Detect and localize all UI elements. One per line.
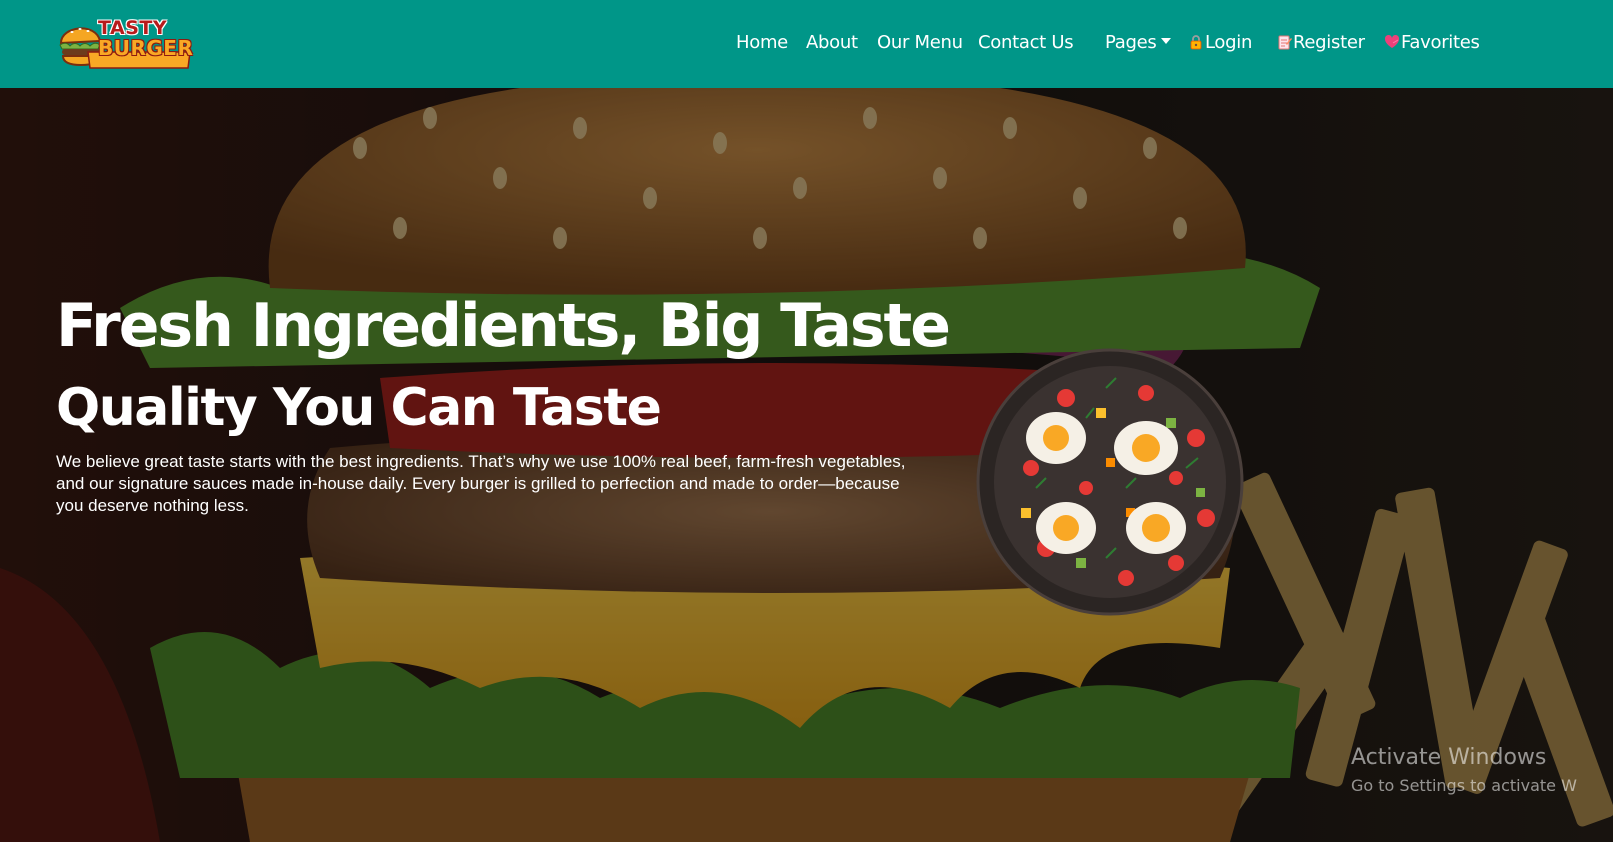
- windows-activation-subtitle: Go to Settings to activate W: [1351, 776, 1577, 795]
- hero-description: We believe great taste starts with the b…: [56, 452, 906, 515]
- nav-register[interactable]: Register: [1276, 31, 1365, 55]
- nav-contact-us[interactable]: Contact Us: [978, 31, 1074, 55]
- hero-section: Fresh Ingredients, Big Taste Quality You…: [0, 88, 1613, 842]
- nav-login[interactable]: Login: [1188, 31, 1252, 55]
- lock-icon: [1188, 34, 1204, 50]
- windows-activation-title: Activate Windows: [1351, 745, 1547, 770]
- nav-login-label: Login: [1205, 32, 1253, 53]
- logo-text-burger: Burger: [98, 36, 194, 60]
- nav-favorites-label: Favorites: [1401, 32, 1480, 53]
- nav-home[interactable]: Home: [736, 31, 788, 55]
- nav-favorites[interactable]: Favorites: [1384, 31, 1480, 55]
- nav-our-menu[interactable]: Our Menu: [877, 31, 963, 55]
- hero-subtitle: Quality You Can Taste: [56, 378, 662, 438]
- hero-title: Fresh Ingredients, Big Taste: [56, 291, 951, 361]
- notepad-icon: [1276, 34, 1292, 50]
- heart-icon: [1384, 34, 1400, 50]
- nav-register-label: Register: [1293, 32, 1365, 53]
- brand-logo[interactable]: Tasty Burger: [58, 16, 194, 72]
- top-navbar: Tasty Burger Home About Our Menu Contact…: [0, 0, 1613, 88]
- nav-about[interactable]: About: [806, 31, 858, 55]
- egg-skillet-image: [976, 348, 1244, 616]
- nav-pages-label: Pages: [1105, 32, 1157, 53]
- caret-down-icon: [1161, 38, 1172, 44]
- nav-pages-dropdown[interactable]: Pages: [1105, 31, 1172, 55]
